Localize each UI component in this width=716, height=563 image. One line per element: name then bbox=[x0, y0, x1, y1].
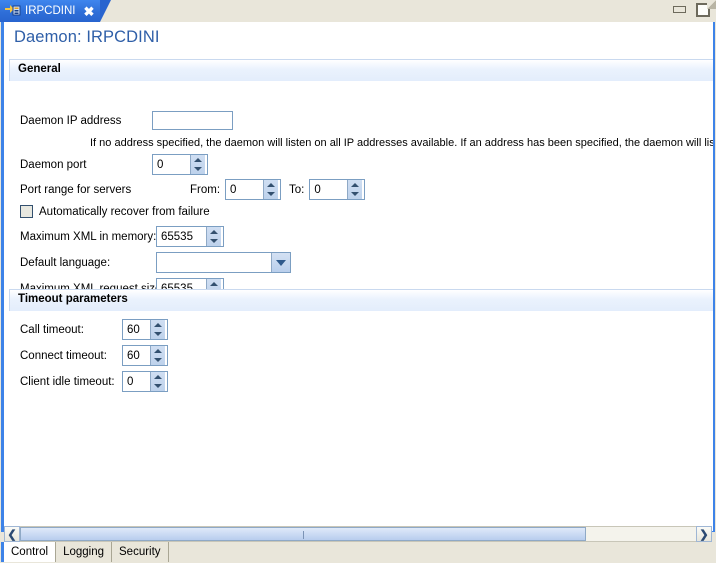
daemon-ip-input[interactable] bbox=[152, 111, 233, 130]
tab-security[interactable]: Security bbox=[112, 542, 169, 562]
section-general: General bbox=[9, 59, 713, 81]
spinner-up-icon[interactable] bbox=[207, 227, 221, 237]
section-general-title: General bbox=[18, 63, 61, 75]
call-timeout-label: Call timeout: bbox=[20, 323, 84, 336]
max-xml-memory-spinner-buttons[interactable] bbox=[206, 227, 221, 246]
scrollbar-track[interactable] bbox=[20, 526, 696, 542]
daemon-port-input[interactable] bbox=[153, 155, 190, 174]
spinner-up-icon[interactable] bbox=[191, 155, 205, 165]
row-max-xml-memory: Maximum XML in memory: bbox=[20, 226, 224, 247]
chevron-down-icon[interactable] bbox=[271, 253, 290, 272]
default-language-value bbox=[157, 253, 271, 272]
editor-content: Daemon: IRPCDINI General Daemon IP addre… bbox=[1, 22, 715, 532]
connect-timeout-spinner[interactable] bbox=[122, 345, 168, 366]
max-xml-memory-spinner[interactable] bbox=[156, 226, 224, 247]
spinner-up-icon[interactable] bbox=[264, 180, 278, 190]
daemon-port-spinner-buttons[interactable] bbox=[190, 155, 205, 174]
row-auto-recover[interactable]: Automatically recover from failure bbox=[20, 205, 210, 218]
spinner-down-icon[interactable] bbox=[207, 237, 221, 247]
port-range-from-label: From: bbox=[190, 183, 221, 196]
connect-timeout-spinner-buttons[interactable] bbox=[150, 346, 165, 365]
row-default-language: Default language: bbox=[20, 252, 291, 273]
connect-timeout-input[interactable] bbox=[123, 346, 150, 365]
port-range-from-spinner-buttons[interactable] bbox=[263, 180, 279, 200]
bottom-tab-bar: Control Logging Security bbox=[1, 542, 715, 562]
spinner-down-icon[interactable] bbox=[151, 330, 165, 340]
call-timeout-spinner[interactable] bbox=[122, 319, 168, 340]
daemon-port-label: Daemon port bbox=[20, 158, 87, 171]
daemon-port-spinner[interactable] bbox=[152, 154, 208, 175]
port-range-label: Port range for servers bbox=[20, 183, 132, 196]
client-idle-timeout-spinner-buttons[interactable] bbox=[150, 372, 165, 391]
tab-control[interactable]: Control bbox=[4, 542, 57, 562]
spinner-up-icon[interactable] bbox=[151, 320, 165, 330]
spinner-up-icon[interactable] bbox=[151, 372, 165, 382]
row-call-timeout: Call timeout: bbox=[20, 319, 168, 340]
spinner-down-icon[interactable] bbox=[151, 356, 165, 366]
page-title: Daemon: IRPCDINI bbox=[14, 28, 160, 46]
max-xml-memory-input[interactable] bbox=[157, 227, 206, 246]
daemon-ip-label: Daemon IP address bbox=[20, 114, 122, 127]
section-timeout-title: Timeout parameters bbox=[18, 293, 128, 305]
spinner-up-icon[interactable] bbox=[151, 346, 165, 356]
row-client-idle-timeout: Client idle timeout: bbox=[20, 371, 168, 392]
default-language-label: Default language: bbox=[20, 256, 111, 269]
port-range-to-spinner[interactable] bbox=[309, 179, 366, 200]
row-connect-timeout: Connect timeout: bbox=[20, 345, 168, 366]
client-idle-timeout-input[interactable] bbox=[123, 372, 150, 391]
call-timeout-input[interactable] bbox=[123, 320, 150, 339]
row-daemon-ip: Daemon IP address bbox=[20, 111, 233, 130]
application-window: IRPCDINI ✖ Daemon: IRPCDINI General Daem… bbox=[0, 0, 716, 563]
editor-tab-strip: IRPCDINI ✖ bbox=[0, 0, 716, 22]
client-idle-timeout-spinner[interactable] bbox=[122, 371, 168, 392]
spinner-down-icon[interactable] bbox=[191, 165, 205, 175]
scroll-right-icon[interactable]: ❯ bbox=[696, 526, 712, 542]
connect-timeout-label: Connect timeout: bbox=[20, 349, 107, 362]
row-daemon-port: Daemon port bbox=[20, 154, 208, 175]
max-xml-memory-label: Maximum XML in memory: bbox=[20, 230, 157, 243]
close-icon[interactable]: ✖ bbox=[83, 5, 94, 18]
call-timeout-spinner-buttons[interactable] bbox=[150, 320, 165, 339]
tab-logging[interactable]: Logging bbox=[56, 542, 113, 562]
spinner-down-icon[interactable] bbox=[151, 382, 165, 392]
auto-recover-checkbox[interactable] bbox=[20, 205, 33, 218]
spinner-down-icon[interactable] bbox=[348, 190, 362, 200]
spinner-down-icon[interactable] bbox=[264, 190, 278, 200]
client-idle-timeout-label: Client idle timeout: bbox=[20, 375, 115, 388]
port-range-to-input[interactable] bbox=[310, 180, 348, 199]
row-port-range: Port range for servers From: To: bbox=[20, 179, 366, 200]
daemon-ip-help-text: If no address specified, the daemon will… bbox=[90, 137, 715, 149]
port-range-from-spinner[interactable] bbox=[225, 179, 282, 200]
section-timeout: Timeout parameters bbox=[9, 289, 713, 311]
editor-tab-irpcdini[interactable]: IRPCDINI ✖ bbox=[0, 0, 112, 22]
spinner-up-icon[interactable] bbox=[207, 279, 221, 289]
daemon-config-icon bbox=[5, 4, 21, 18]
editor-tab-label: IRPCDINI bbox=[25, 5, 76, 17]
auto-recover-label: Automatically recover from failure bbox=[39, 205, 210, 218]
port-range-to-label: To: bbox=[289, 183, 305, 196]
port-range-to-spinner-buttons[interactable] bbox=[347, 180, 363, 200]
spinner-up-icon[interactable] bbox=[348, 180, 362, 190]
horizontal-scrollbar[interactable]: ❮ ❯ bbox=[4, 526, 712, 542]
port-range-from-input[interactable] bbox=[226, 180, 264, 199]
default-language-combobox[interactable] bbox=[156, 252, 291, 273]
scroll-left-icon[interactable]: ❮ bbox=[4, 526, 20, 542]
scrollbar-thumb-grip bbox=[303, 531, 304, 539]
scrollbar-thumb[interactable] bbox=[20, 527, 586, 541]
